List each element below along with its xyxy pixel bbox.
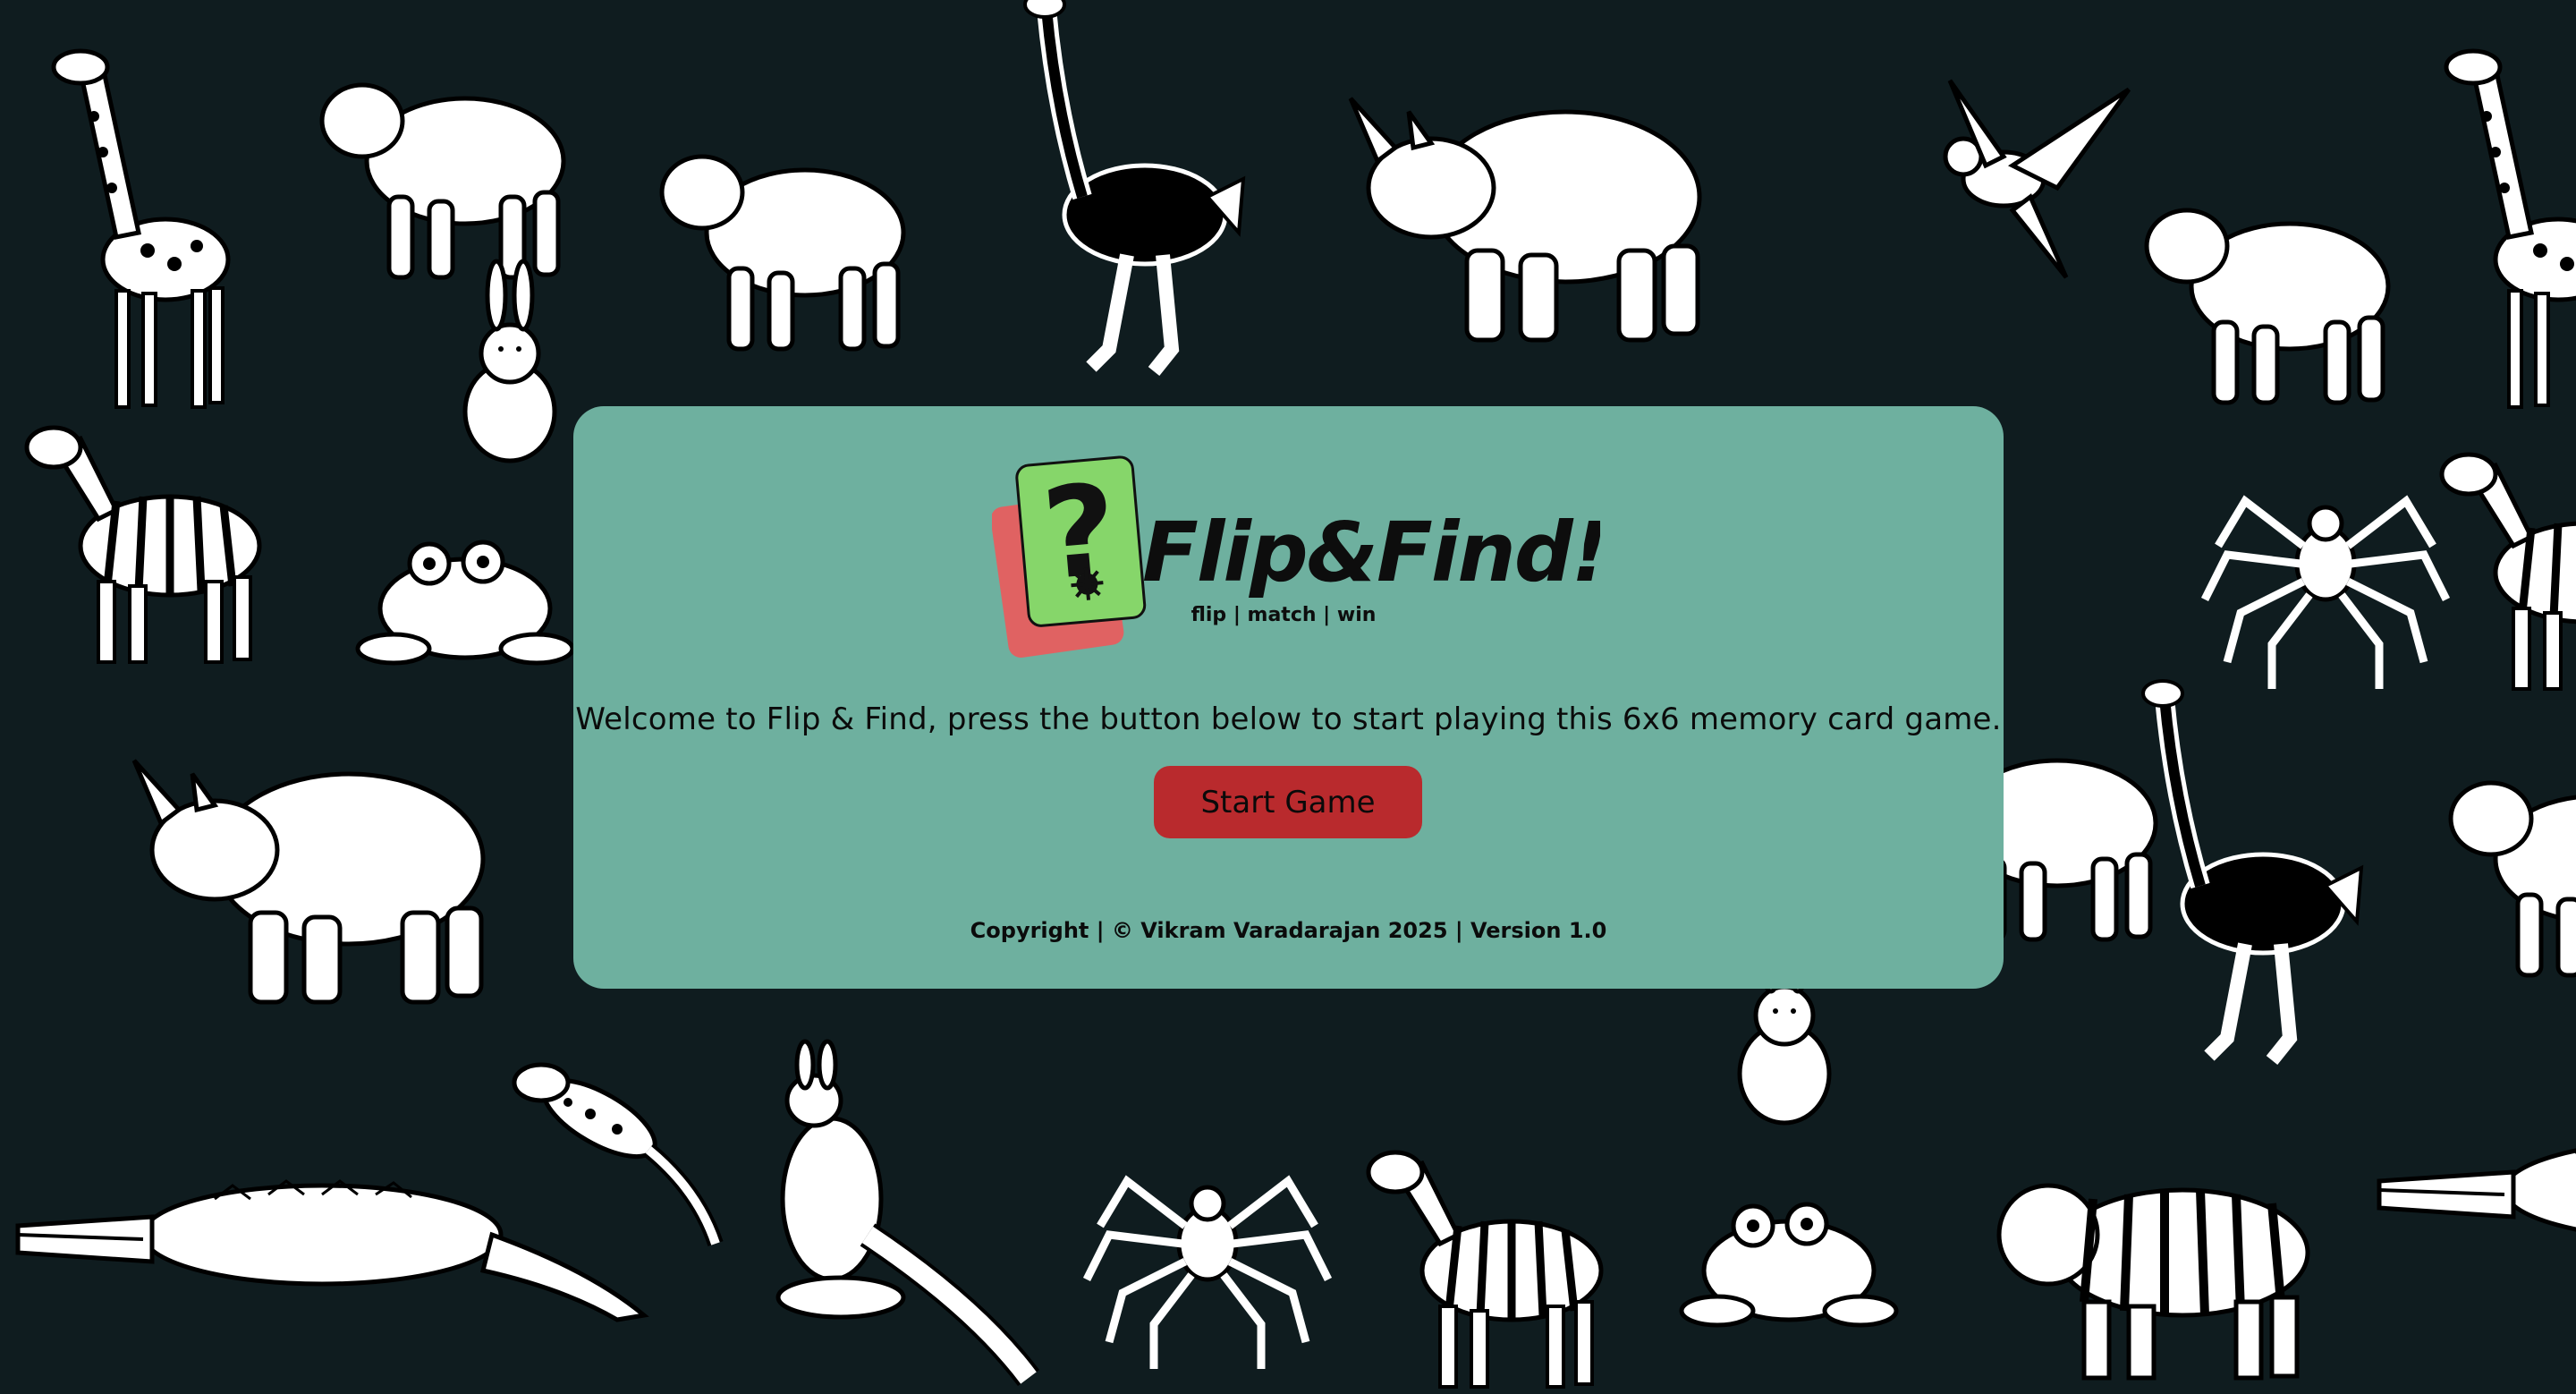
- start-panel: ? Flip&Find! flip | match | win Welcome …: [573, 406, 2004, 989]
- logo-tagline: flip | match | win: [1191, 604, 1377, 626]
- welcome-text: Welcome to Flip & Find, press the button…: [575, 701, 2002, 737]
- start-game-button[interactable]: Start Game: [1154, 766, 1422, 838]
- logo-title: Flip&Find!: [1142, 505, 1600, 600]
- copyright-footer: Copyright | © Vikram Varadarajan 2025 | …: [970, 918, 1607, 943]
- question-card-icon: ?: [1015, 455, 1147, 627]
- flip-find-logo: ? Flip&Find! flip | match | win: [990, 451, 1609, 666]
